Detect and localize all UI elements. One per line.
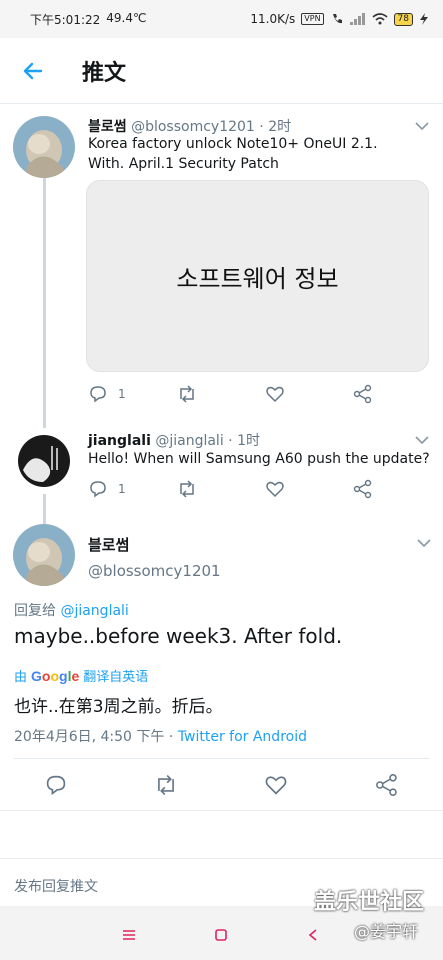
page-title: 推文: [82, 60, 127, 86]
status-temperature: 49.4℃: [106, 10, 147, 25]
author-name[interactable]: 블로썸: [88, 534, 129, 555]
retweet-button[interactable]: [153, 773, 179, 797]
share-button[interactable]: [353, 384, 373, 404]
retweet-icon: [180, 480, 194, 498]
retweet-button[interactable]: [176, 384, 198, 404]
wifi-icon: [372, 13, 388, 25]
tweet-time: · 1时: [228, 433, 260, 449]
call-icon: [332, 14, 342, 24]
network-speed: 11.0K/s: [250, 12, 296, 26]
status-time: 下午5:01:22: [30, 12, 101, 27]
status-bar: 下午5:01:22 49.4℃ 11.0K/s VPN 78: [0, 0, 443, 38]
chevron-down-icon[interactable]: [414, 533, 434, 553]
mention-link[interactable]: @jianglali: [60, 603, 128, 619]
chevron-down-icon[interactable]: [412, 116, 432, 136]
author-name[interactable]: 블로썸: [88, 119, 127, 135]
chevron-down-icon[interactable]: [412, 430, 432, 450]
share-button[interactable]: [375, 773, 399, 797]
reply-button[interactable]: 1: [88, 479, 126, 499]
translated-text: 也许..在第3周之前。折后。: [14, 697, 223, 717]
menu-icon: [123, 930, 135, 940]
google-logo: Google: [31, 667, 80, 684]
reply-button[interactable]: 1: [88, 384, 126, 404]
app-bar: 推文: [0, 38, 443, 104]
watermark: 盖乐世社区: [314, 890, 425, 915]
reply-icon: [90, 481, 106, 498]
avatar[interactable]: [13, 524, 75, 586]
tweet-header: jianglali @jianglali · 1时: [88, 430, 260, 450]
system-back-button[interactable]: [298, 920, 328, 950]
reply-count: 1: [118, 387, 126, 401]
like-button[interactable]: [265, 479, 285, 499]
back-button[interactable]: [0, 38, 64, 104]
like-button[interactable]: [264, 773, 288, 797]
reply-placeholder: 发布回复推文: [14, 879, 98, 895]
author-handle[interactable]: @jianglali: [155, 433, 223, 449]
like-icon: [265, 776, 287, 795]
recents-button[interactable]: [114, 920, 144, 950]
tweet-text: maybe..before week3. After fold.: [14, 624, 343, 648]
tweet-meta: 20年4月6日, 4:50 下午 · Twitter for Android: [14, 726, 307, 746]
home-button[interactable]: [206, 920, 236, 950]
reply-count: 1: [118, 482, 126, 496]
battery-indicator: 78: [393, 12, 413, 26]
thread-connector: [43, 178, 46, 428]
tweet-source-link[interactable]: Twitter for Android: [178, 729, 307, 745]
author-name[interactable]: jianglali: [88, 433, 151, 449]
like-icon: [266, 386, 284, 403]
share-icon: [353, 479, 372, 499]
divider: [0, 810, 443, 811]
tweet-text: Korea factory unlock Note10+ OneUI 2.1. …: [88, 136, 378, 172]
tweet-time: · 2时: [259, 119, 292, 135]
retweet-icon: [158, 774, 174, 796]
vpn-badge: VPN: [301, 13, 324, 25]
like-button[interactable]: [265, 384, 285, 404]
thread-connector: [43, 494, 46, 524]
reply-context: 回复给 @jianglali: [14, 603, 129, 619]
retweet-icon: [180, 385, 194, 403]
share-icon: [353, 384, 372, 404]
media-text: 소프트웨어 정보: [176, 264, 339, 293]
signal-icon: [349, 13, 365, 25]
avatar[interactable]: [13, 116, 75, 178]
back-icon: [308, 929, 317, 941]
home-icon: [215, 929, 227, 941]
retweet-button[interactable]: [176, 479, 198, 499]
charging-icon: [420, 13, 428, 25]
reply-icon: [46, 775, 66, 796]
translation-attribution[interactable]: 由 Google 翻译自英语: [14, 666, 148, 686]
tweet-date: 20年4月6日, 4:50 下午 ·: [14, 729, 178, 745]
reply-icon: [90, 386, 106, 403]
avatar[interactable]: [13, 430, 75, 492]
author-handle[interactable]: @blossomcy1201: [88, 562, 221, 580]
share-icon: [376, 774, 397, 796]
reply-button[interactable]: [44, 773, 68, 797]
watermark-author: @姜宇轩: [354, 922, 419, 941]
tweet-header: 블로썸 @blossomcy1201 · 2时: [88, 116, 291, 136]
tweet-text: Hello! When will Samsung A60 push the up…: [88, 451, 430, 467]
divider: [14, 758, 430, 759]
back-arrow-icon: [23, 62, 43, 79]
author-handle[interactable]: @blossomcy1201: [131, 119, 255, 135]
share-button[interactable]: [353, 479, 373, 499]
like-icon: [266, 481, 284, 498]
tweet-media[interactable]: 소프트웨어 정보: [86, 180, 429, 372]
